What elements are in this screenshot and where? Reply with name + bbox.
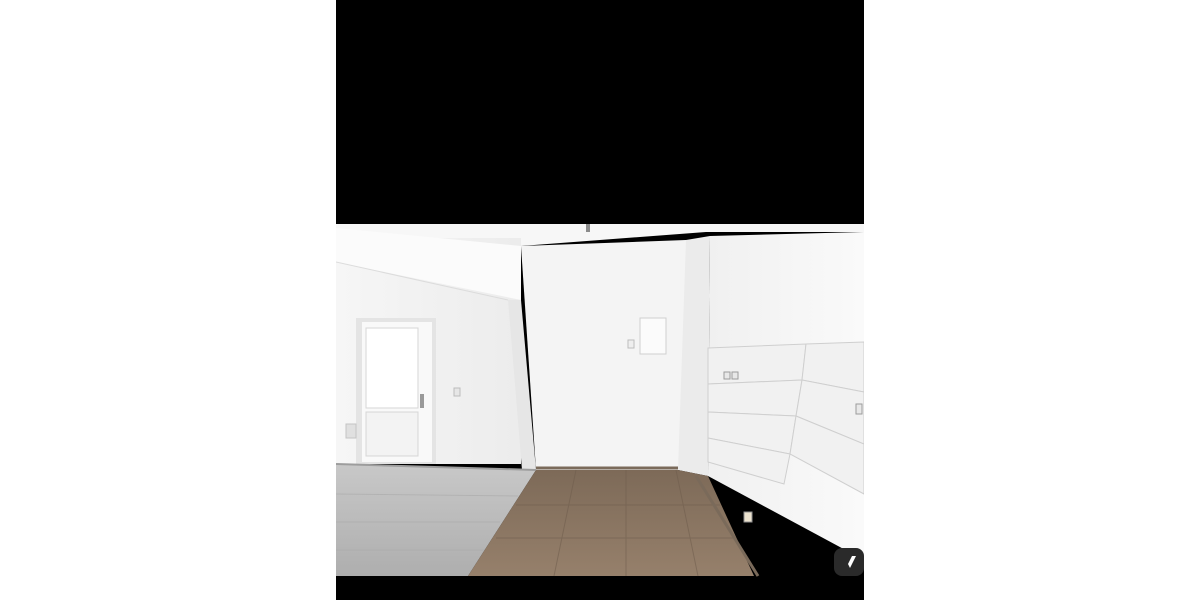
wall-box-left bbox=[345, 423, 357, 439]
floor-outlet bbox=[743, 511, 753, 523]
photo-frame bbox=[336, 0, 864, 600]
ceiling-fixture bbox=[586, 224, 590, 232]
kitchen-back-wall bbox=[521, 240, 686, 470]
room-photo bbox=[336, 0, 864, 600]
page bbox=[0, 0, 1200, 600]
corner-action-icon[interactable] bbox=[834, 548, 864, 576]
fuse-box bbox=[639, 317, 667, 355]
door-panel bbox=[365, 411, 419, 457]
switch-back bbox=[627, 339, 635, 349]
letterbox-top bbox=[336, 0, 864, 224]
door-handle bbox=[420, 394, 424, 408]
switch-left bbox=[453, 387, 461, 397]
door-glass bbox=[365, 327, 419, 409]
letterbox-bottom bbox=[336, 576, 864, 600]
